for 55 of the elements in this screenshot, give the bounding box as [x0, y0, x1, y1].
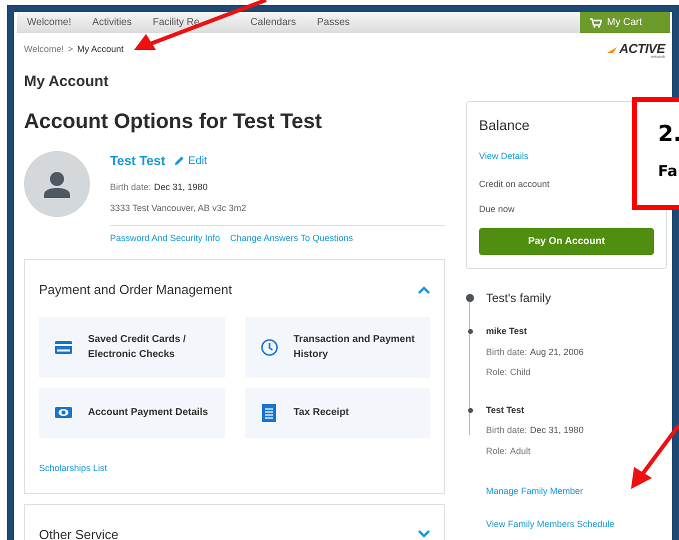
- breadcrumb-link[interactable]: My Account: [77, 43, 124, 57]
- menu-tile[interactable]: Saved Credit Cards / Electronic Checks: [39, 316, 224, 378]
- account-link[interactable]: Password And Security Info: [110, 232, 220, 245]
- breadcrumb-link[interactable]: Welcome!: [24, 43, 64, 57]
- family-title: Test's family: [486, 291, 551, 305]
- balance-row-label: Due now: [479, 202, 516, 216]
- collapse-chevron[interactable]: [418, 286, 430, 294]
- page-title: My Account: [23, 72, 110, 92]
- member-name: mike Test: [486, 325, 528, 338]
- family-link[interactable]: View Family Members Schedule: [486, 519, 614, 529]
- account-link[interactable]: Change Answers To Questions: [230, 232, 353, 245]
- birth-date-value: Dec 31, 1980: [154, 180, 208, 194]
- section-title: Other Service: [39, 526, 118, 540]
- cart-button[interactable]: My Cart: [580, 12, 670, 33]
- birth-date-label: Birth date:: [110, 180, 152, 194]
- address-text: 3333 Test Vancouver, AB v3c 3m2: [110, 202, 248, 215]
- scholarships-link[interactable]: Scholarships List: [39, 462, 108, 472]
- menu-tile[interactable]: Account Payment Details: [39, 388, 224, 438]
- family-link[interactable]: Manage Family Member: [486, 486, 584, 496]
- pencil-icon: [175, 156, 184, 166]
- view-details-link[interactable]: View Details: [479, 151, 528, 161]
- birth-date-value: Dec 31, 1980: [530, 424, 584, 437]
- role-value: Adult: [510, 444, 531, 458]
- balance-row-label: Credit on account: [479, 178, 551, 191]
- member-name: Test Test: [486, 404, 526, 416]
- clock-icon: [260, 338, 278, 356]
- pay-on-account-button[interactable]: Pay On Account: [479, 228, 654, 255]
- nav-link[interactable]: Activities: [92, 15, 132, 30]
- person-icon: [43, 170, 71, 198]
- credit-card-icon: [55, 340, 72, 354]
- annotation-text: Fa: [658, 162, 678, 180]
- logo-swoosh-icon: [607, 47, 618, 53]
- edit-link[interactable]: Edit: [175, 152, 208, 169]
- expand-chevron[interactable]: [418, 530, 430, 538]
- menu-tile[interactable]: Transaction and Payment History: [244, 316, 430, 378]
- balance-title: Balance: [479, 116, 531, 135]
- role-label: Role:: [486, 444, 508, 458]
- profile-name: Test Test: [110, 152, 166, 170]
- birth-date-label: Birth date:: [486, 424, 528, 437]
- breadcrumb-separator: >: [68, 43, 74, 56]
- cart-icon: [590, 18, 602, 28]
- account-heading: Account Options for Test Test: [24, 109, 323, 135]
- receipt-icon: [262, 404, 276, 422]
- birth-date-label: Birth date:: [486, 346, 528, 358]
- banknote-icon: [55, 407, 72, 418]
- birth-date-value: Aug 21, 2006: [530, 346, 584, 359]
- nav-link[interactable]: Welcome!: [27, 15, 72, 30]
- menu-tile[interactable]: Tax Receipt: [244, 388, 430, 438]
- nav-link[interactable]: Calendars: [250, 15, 296, 30]
- annotation-arrow: [631, 424, 679, 489]
- annotation-number: 2.: [658, 122, 679, 148]
- section-title: Payment and Order Management: [39, 281, 232, 299]
- nav-link[interactable]: Passes: [317, 15, 350, 30]
- role-label: Role:: [486, 366, 508, 379]
- role-value: Child: [510, 366, 531, 379]
